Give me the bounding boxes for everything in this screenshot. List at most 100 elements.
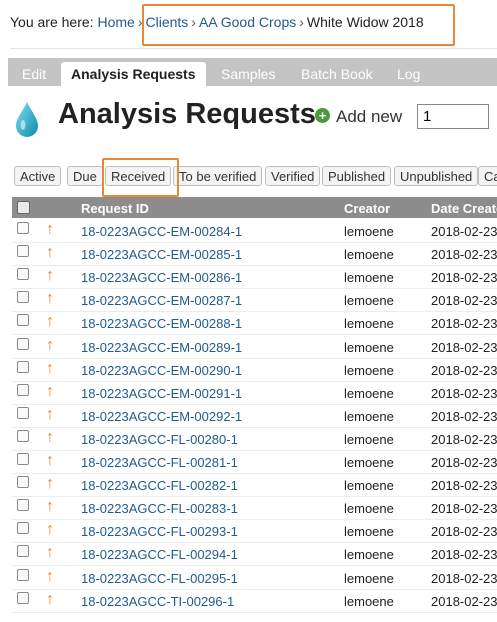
creator-cell: lemoene	[344, 501, 394, 517]
breadcrumb-prefix: You are here:	[10, 14, 94, 30]
date-created-cell: 2018-02-23	[431, 385, 497, 401]
request-id-link[interactable]: 18-0223AGCC-FL-00293-1	[81, 524, 238, 539]
table-row[interactable]: ↑ 18-0223AGCC-TI-00296-1 lemoene 2018-02-23	[12, 589, 497, 613]
request-id-link[interactable]: 18-0223AGCC-EM-00292-1	[81, 409, 242, 424]
row-checkbox[interactable]	[17, 568, 29, 581]
table-row[interactable]: ↑ 18-0223AGCC-EM-00287-1 lemoene 2018-02-23	[12, 288, 497, 313]
creator-cell: lemoene	[344, 270, 394, 286]
request-id-link[interactable]: 18-0223AGCC-EM-00286-1	[81, 270, 242, 285]
row-checkbox[interactable]	[17, 522, 29, 535]
creator-cell: lemoene	[344, 316, 394, 332]
request-id-link[interactable]: 18-0223AGCC-EM-00291-1	[81, 386, 242, 401]
creator-cell: lemoene	[344, 570, 394, 586]
tab-analysis-requests[interactable]: Analysis Requests	[61, 62, 206, 86]
request-id-link[interactable]: 18-0223AGCC-EM-00289-1	[81, 340, 242, 355]
creator-cell: lemoene	[344, 478, 394, 494]
priority-arrow-icon: ↑	[46, 336, 54, 354]
table-row[interactable]: ↑ 18-0223AGCC-FL-00283-1 lemoene 2018-02-23	[12, 496, 497, 521]
filter-unpublished-button[interactable]: Unpublished	[394, 166, 479, 186]
add-count-input[interactable]	[417, 104, 489, 129]
row-checkbox[interactable]	[17, 383, 29, 396]
table-row[interactable]: ↑ 18-0223AGCC-EM-00285-1 lemoene 2018-02-23	[12, 242, 497, 267]
creator-cell: lemoene	[344, 593, 394, 609]
row-checkbox[interactable]	[17, 337, 29, 350]
priority-arrow-icon: ↑	[46, 544, 54, 562]
table-row[interactable]: ↑ 18-0223AGCC-EM-00286-1 lemoene 2018-02-23	[12, 265, 497, 290]
table-row[interactable]: ↑ 18-0223AGCC-EM-00291-1 lemoene 2018-02-23	[12, 381, 497, 405]
row-checkbox[interactable]	[17, 360, 29, 373]
request-id-link[interactable]: 18-0223AGCC-FL-00281-1	[81, 455, 238, 470]
row-checkbox[interactable]	[17, 406, 29, 419]
row-checkbox[interactable]	[17, 453, 29, 465]
tab-samples[interactable]: Samples	[211, 62, 285, 86]
row-checkbox[interactable]	[17, 245, 29, 258]
add-new-button[interactable]: + Add new	[315, 107, 402, 127]
date-created-cell: 2018-02-23	[431, 547, 497, 563]
filter-verified-button[interactable]: Verified	[265, 166, 321, 186]
table-row[interactable]: ↑ 18-0223AGCC-FL-00293-1 lemoene 2018-02-23	[12, 519, 497, 544]
row-checkbox[interactable]	[17, 268, 29, 281]
date-created-cell: 2018-02-23	[431, 408, 497, 424]
request-id-link[interactable]: 18-0223AGCC-TI-00296-1	[81, 594, 234, 609]
priority-arrow-icon: ↑	[46, 359, 54, 377]
table-row[interactable]: ↑ 18-0223AGCC-FL-00280-1 lemoene 2018-02-23	[12, 427, 497, 451]
page-title: Analysis Requests	[58, 98, 316, 130]
creator-cell: lemoene	[344, 293, 394, 309]
row-checkbox[interactable]	[17, 499, 29, 512]
date-created-cell: 2018-02-23	[431, 570, 497, 586]
priority-arrow-icon: ↑	[46, 498, 54, 516]
creator-cell: lemoene	[344, 224, 394, 239]
row-checkbox[interactable]	[17, 222, 29, 234]
creator-cell: lemoene	[344, 547, 394, 563]
review-state-filters: Active Due Received To be verified Verif…	[12, 166, 497, 188]
table-row[interactable]: ↑ 18-0223AGCC-EM-00292-1 lemoene 2018-02-23	[12, 404, 497, 428]
request-id-link[interactable]: 18-0223AGCC-FL-00294-1	[81, 547, 238, 562]
row-checkbox[interactable]	[17, 476, 29, 489]
request-id-link[interactable]: 18-0223AGCC-EM-00288-1	[81, 316, 242, 331]
row-checkbox[interactable]	[17, 291, 29, 304]
date-created-cell: 2018-02-23	[431, 224, 497, 239]
date-created-cell: 2018-02-23	[431, 431, 497, 447]
request-id-link[interactable]: 18-0223AGCC-FL-00282-1	[81, 478, 238, 493]
table-row[interactable]: ↑ 18-0223AGCC-EM-00289-1 lemoene 2018-02-23	[12, 335, 497, 359]
tab-edit[interactable]: Edit	[12, 62, 56, 86]
table-row[interactable]: ↑ 18-0223AGCC-FL-00282-1 lemoene 2018-02-23	[12, 473, 497, 498]
request-id-link[interactable]: 18-0223AGCC-FL-00295-1	[81, 571, 238, 586]
select-all-checkbox[interactable]	[17, 201, 30, 214]
row-checkbox[interactable]	[17, 591, 29, 604]
request-id-link[interactable]: 18-0223AGCC-FL-00280-1	[81, 432, 238, 447]
creator-cell: lemoene	[344, 247, 394, 263]
column-header-date-created[interactable]: Date Create	[431, 201, 497, 216]
table-row[interactable]: ↑ 18-0223AGCC-FL-00281-1 lemoene 2018-02-23	[12, 450, 497, 474]
priority-arrow-icon: ↑	[46, 452, 54, 469]
tab-log[interactable]: Log	[387, 62, 430, 86]
creator-cell: lemoene	[344, 385, 394, 401]
row-checkbox[interactable]	[17, 314, 29, 327]
date-created-cell: 2018-02-23	[431, 270, 497, 286]
filter-due-button[interactable]: Due	[67, 166, 103, 186]
request-id-link[interactable]: 18-0223AGCC-EM-00284-1	[81, 224, 242, 239]
request-id-link[interactable]: 18-0223AGCC-FL-00283-1	[81, 501, 238, 516]
filter-active-button[interactable]: Active	[14, 166, 62, 186]
request-id-link[interactable]: 18-0223AGCC-EM-00285-1	[81, 247, 242, 262]
column-header-creator[interactable]: Creator	[344, 201, 390, 216]
table-header: Request ID Creator Date Create	[12, 197, 497, 218]
column-header-request-id[interactable]: Request ID	[81, 201, 149, 216]
priority-arrow-icon: ↑	[46, 521, 54, 539]
table-row[interactable]: ↑ 18-0223AGCC-FL-00295-1 lemoene 2018-02-23	[12, 566, 497, 590]
filter-cancelled-button[interactable]: Ca	[478, 166, 497, 186]
date-created-cell: 2018-02-23	[431, 362, 497, 378]
table-row[interactable]: ↑ 18-0223AGCC-FL-00294-1 lemoene 2018-02-23	[12, 542, 497, 567]
creator-cell: lemoene	[344, 455, 394, 470]
request-id-link[interactable]: 18-0223AGCC-EM-00287-1	[81, 293, 242, 308]
row-checkbox[interactable]	[17, 429, 29, 442]
filter-to-be-verified-button[interactable]: To be verified	[173, 166, 263, 186]
request-id-link[interactable]: 18-0223AGCC-EM-00290-1	[81, 363, 242, 378]
table-row[interactable]: ↑ 18-0223AGCC-EM-00290-1 lemoene 2018-02-23	[12, 358, 497, 382]
filter-published-button[interactable]: Published	[322, 166, 392, 186]
table-row[interactable]: ↑ 18-0223AGCC-EM-00284-1 lemoene 2018-02-23	[12, 219, 497, 243]
table-row[interactable]: ↑ 18-0223AGCC-EM-00288-1 lemoene 2018-02-23	[12, 311, 497, 336]
breadcrumb-home-link[interactable]: Home	[97, 14, 134, 30]
tab-batch-book[interactable]: Batch Book	[291, 62, 383, 86]
row-checkbox[interactable]	[17, 545, 29, 558]
